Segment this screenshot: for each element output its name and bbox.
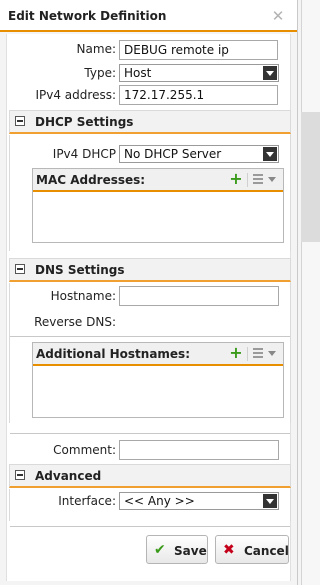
cancel-icon: ✖: [223, 542, 235, 558]
divider: [10, 336, 290, 337]
add-icon[interactable]: +: [228, 345, 244, 361]
background-window: [298, 0, 320, 585]
mac-addresses-title: MAC Addresses:: [36, 173, 146, 187]
hostname-input[interactable]: [119, 286, 279, 306]
type-select-value: Host: [124, 66, 152, 80]
advanced-section-header[interactable]: Advanced: [9, 464, 291, 488]
type-label: Type:: [84, 66, 116, 80]
save-button[interactable]: ✔ Save: [146, 535, 208, 564]
toolbar-separator: [247, 347, 248, 361]
advanced-section-title: Advanced: [35, 469, 102, 483]
ipv4-address-label: IPv4 address:: [35, 88, 116, 102]
background-panel: [301, 0, 320, 585]
mac-addresses-panel: MAC Addresses: +: [32, 168, 284, 243]
name-input[interactable]: [119, 40, 278, 60]
additional-hostnames-panel: Additional Hostnames: +: [32, 342, 284, 418]
ipv4-dhcp-label: IPv4 DHCP: [52, 147, 116, 161]
chevron-down-icon: [263, 66, 277, 80]
ipv4-dhcp-select[interactable]: No DHCP Server: [119, 145, 279, 163]
dns-section-header[interactable]: DNS Settings: [9, 258, 291, 282]
additional-hostnames-title: Additional Hostnames:: [36, 347, 190, 361]
ipv4-address-input[interactable]: [119, 85, 278, 105]
cancel-button-label: Cancel: [244, 544, 289, 558]
type-select[interactable]: Host: [119, 64, 279, 82]
background-band: [301, 112, 320, 242]
ipv4-dhcp-select-value: No DHCP Server: [124, 147, 222, 161]
chevron-down-icon[interactable]: [268, 177, 276, 182]
comment-input[interactable]: [119, 440, 279, 460]
dialog-titlebar: Edit Network Definition ✕: [0, 0, 297, 32]
name-label: Name:: [76, 42, 116, 56]
mac-addresses-header: MAC Addresses: +: [33, 169, 283, 192]
close-icon[interactable]: ✕: [270, 8, 286, 24]
cancel-button[interactable]: ✖ Cancel: [215, 535, 289, 564]
comment-label: Comment:: [53, 443, 116, 457]
divider: [10, 526, 290, 527]
interface-select[interactable]: << Any >>: [119, 492, 279, 510]
add-icon[interactable]: +: [228, 171, 244, 187]
save-button-label: Save: [174, 544, 207, 558]
collapse-icon[interactable]: [15, 116, 25, 126]
edit-network-dialog: Edit Network Definition ✕ Name: Type: Ho…: [0, 0, 298, 585]
interface-select-value: << Any >>: [124, 494, 195, 508]
dns-section-title: DNS Settings: [35, 263, 125, 277]
dhcp-section-title: DHCP Settings: [35, 115, 134, 129]
divider: [10, 433, 290, 434]
chevron-down-icon[interactable]: [268, 351, 276, 356]
reverse-dns-label: Reverse DNS:: [34, 315, 116, 329]
additional-hostnames-header: Additional Hostnames: +: [33, 343, 283, 366]
checkmark-icon: ✔: [154, 542, 166, 558]
list-icon[interactable]: [251, 173, 265, 185]
chevron-down-icon: [263, 494, 277, 508]
interface-label: Interface:: [58, 494, 116, 508]
dhcp-section-header[interactable]: DHCP Settings: [9, 110, 291, 134]
collapse-icon[interactable]: [15, 264, 25, 274]
dialog-title: Edit Network Definition: [8, 9, 167, 23]
collapse-icon[interactable]: [15, 470, 25, 480]
chevron-down-icon: [263, 147, 277, 161]
list-icon[interactable]: [251, 347, 265, 359]
toolbar-separator: [247, 173, 248, 187]
hostname-label: Hostname:: [50, 289, 116, 303]
